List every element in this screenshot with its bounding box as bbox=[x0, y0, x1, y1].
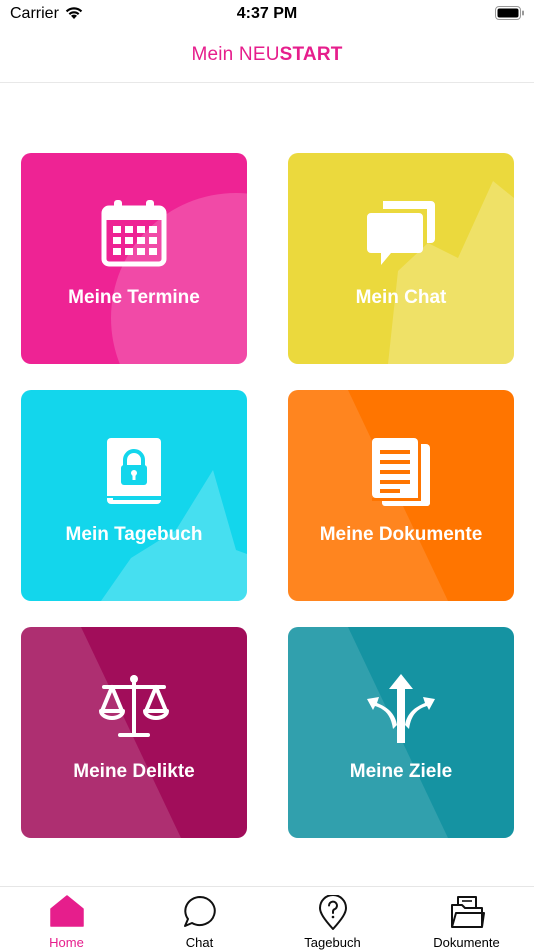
tile-label: Meine Termine bbox=[68, 287, 200, 308]
folder-icon bbox=[400, 895, 533, 929]
battery-icon bbox=[495, 6, 524, 20]
app-title-bold: START bbox=[279, 44, 343, 65]
app-title-light: Mein NEU bbox=[191, 44, 280, 65]
tab-label: Tagebuch bbox=[304, 935, 361, 950]
navigation-bar: Mein NEUSTART bbox=[0, 28, 534, 83]
tile-meine-delikte[interactable]: Meine Delikte bbox=[21, 627, 247, 838]
location-question-icon bbox=[266, 895, 399, 931]
tab-label: Chat bbox=[185, 935, 214, 950]
calendar-icon bbox=[21, 199, 247, 267]
tab-home[interactable]: Home bbox=[0, 887, 133, 951]
status-time: 4:37 PM bbox=[236, 5, 298, 22]
app-title: Mein NEUSTART bbox=[0, 44, 534, 66]
tile-label: Meine Dokumente bbox=[319, 524, 483, 545]
tile-label: Meine Delikte bbox=[73, 761, 195, 782]
split-arrows-icon bbox=[288, 673, 514, 745]
tile-mein-tagebuch[interactable]: Mein Tagebuch bbox=[21, 390, 247, 601]
chat-bubbles-icon bbox=[288, 199, 514, 267]
tile-label: Meine Ziele bbox=[349, 761, 453, 782]
tile-meine-ziele[interactable]: Meine Ziele bbox=[288, 627, 514, 838]
tile-mein-chat[interactable]: Mein Chat bbox=[288, 153, 514, 364]
tab-label: Dokumente bbox=[433, 935, 500, 950]
locked-diary-icon bbox=[21, 436, 247, 506]
tab-chat[interactable]: Chat bbox=[133, 887, 266, 951]
chat-icon bbox=[133, 895, 266, 929]
tab-bar: Home Chat Tagebuch Dokumente bbox=[0, 886, 534, 951]
documents-icon bbox=[288, 436, 514, 508]
tab-label: Home bbox=[49, 935, 84, 950]
status-bar: Carrier 4:37 PM bbox=[0, 0, 534, 28]
tab-tagebuch[interactable]: Tagebuch bbox=[266, 887, 399, 951]
tile-meine-dokumente[interactable]: Meine Dokumente bbox=[288, 390, 514, 601]
tile-label: Mein Tagebuch bbox=[65, 524, 203, 545]
tab-dokumente[interactable]: Dokumente bbox=[400, 887, 533, 951]
tile-label: Mein Chat bbox=[355, 287, 447, 308]
scales-icon bbox=[21, 673, 247, 741]
tile-meine-termine[interactable]: Meine Termine bbox=[21, 153, 247, 364]
home-icon bbox=[0, 895, 133, 927]
